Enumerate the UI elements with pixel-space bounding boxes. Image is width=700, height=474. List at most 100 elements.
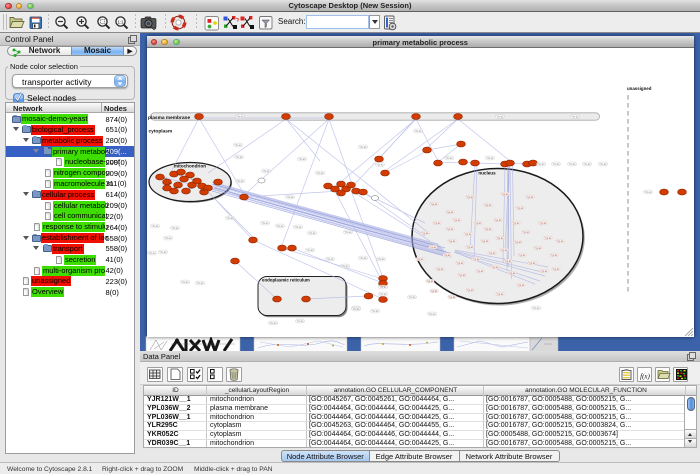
svg-text:Ym1: Ym1 — [178, 175, 183, 177]
svg-text:Ygr-a1: Ygr-a1 — [466, 195, 474, 198]
svg-text:Ygr-a1: Ygr-a1 — [446, 210, 454, 213]
svg-text:Ybr-a1: Ybr-a1 — [326, 258, 334, 261]
svg-text:Ygr-a1: Ygr-a1 — [504, 259, 512, 262]
svg-text:Ybr-a1: Ybr-a1 — [306, 249, 314, 252]
svg-text:Ybr-a1: Ybr-a1 — [298, 158, 306, 161]
svg-text:Ygr-a1: Ygr-a1 — [518, 253, 526, 256]
svg-text:Ybr-a1: Ybr-a1 — [414, 130, 422, 133]
svg-text:Ybr-a1: Ybr-a1 — [236, 115, 244, 118]
svg-text:Ybr-a1: Ybr-a1 — [171, 227, 179, 230]
svg-text:Ygr-a1: Ygr-a1 — [540, 269, 548, 272]
svg-text:Ygr-a1: Ygr-a1 — [466, 288, 474, 291]
svg-text:Ybr-a1: Ybr-a1 — [276, 225, 284, 228]
svg-text:Ygr-a1: Ygr-a1 — [448, 295, 456, 298]
svg-text:Ygr-a1: Ygr-a1 — [433, 221, 441, 224]
svg-text:Ybr-a1: Ybr-a1 — [151, 225, 159, 228]
svg-text:Ybr-a1: Ybr-a1 — [235, 156, 243, 159]
svg-text:mitochondrion: mitochondrion — [173, 163, 205, 168]
svg-text:Ygr-a1: Ygr-a1 — [491, 265, 499, 268]
svg-text:Ybr-a1: Ybr-a1 — [568, 163, 576, 166]
svg-text:Ygr-a1: Ygr-a1 — [430, 202, 438, 205]
svg-text:Ybr-a1: Ybr-a1 — [236, 180, 244, 183]
svg-text:Ygr-a1: Ygr-a1 — [496, 292, 504, 295]
svg-text:Ygr-a1: Ygr-a1 — [466, 245, 474, 248]
svg-text:Ygr-a1: Ygr-a1 — [458, 273, 466, 276]
svg-text:Ybr-a1: Ybr-a1 — [148, 252, 156, 255]
svg-text:Ym1: Ym1 — [200, 190, 205, 192]
svg-text:Ybr-a1: Ybr-a1 — [196, 282, 204, 285]
svg-text:Ybr-a1: Ybr-a1 — [377, 258, 385, 261]
svg-text:Ygr-a1: Ygr-a1 — [464, 232, 472, 235]
svg-text:Ybr-a1: Ybr-a1 — [261, 222, 269, 225]
svg-text:Ygr-a1: Ygr-a1 — [517, 283, 525, 286]
svg-text:Ygr-a1: Ygr-a1 — [496, 236, 504, 239]
svg-text:Ybr-a1: Ybr-a1 — [552, 163, 560, 166]
svg-text:Ygr-a1: Ygr-a1 — [472, 257, 480, 260]
svg-text:Ybr-a1: Ybr-a1 — [537, 163, 545, 166]
svg-text:Ygr-a1: Ygr-a1 — [528, 261, 536, 264]
svg-text:Ybr-a1: Ybr-a1 — [379, 286, 387, 289]
svg-text:Ygr-a1: Ygr-a1 — [512, 221, 520, 224]
svg-text:Ygr-a1: Ygr-a1 — [474, 221, 482, 224]
svg-text:Ybr-a1: Ybr-a1 — [269, 322, 277, 325]
svg-text:Ybr-a1: Ybr-a1 — [379, 293, 387, 296]
svg-text:Ybr-a1: Ybr-a1 — [344, 231, 352, 234]
svg-text:Ybr-a1: Ybr-a1 — [428, 313, 436, 316]
svg-text:Ygr-a1: Ygr-a1 — [426, 279, 434, 282]
svg-text:Ybr-a1: Ybr-a1 — [496, 115, 504, 118]
svg-text:Ygr-a1: Ygr-a1 — [429, 245, 437, 248]
svg-text:Ygr-a1: Ygr-a1 — [514, 240, 522, 243]
svg-text:Ygr-a1: Ygr-a1 — [508, 271, 516, 274]
svg-text:Ygr-a1: Ygr-a1 — [453, 218, 461, 221]
svg-text:Ym1: Ym1 — [190, 179, 195, 181]
svg-text:Ym1: Ym1 — [167, 183, 172, 185]
svg-text:Ygr-a1: Ygr-a1 — [481, 239, 489, 242]
svg-text:Ybr-a1: Ybr-a1 — [226, 217, 234, 220]
svg-text:nucleus: nucleus — [478, 170, 496, 175]
svg-text:Ybr-a1: Ybr-a1 — [286, 196, 294, 199]
svg-text:Ym1: Ym1 — [173, 187, 178, 189]
svg-text:Ym1: Ym1 — [162, 178, 167, 180]
svg-text:Ygr-a1: Ygr-a1 — [494, 218, 502, 221]
svg-text:f(x): f(x) — [640, 372, 650, 380]
svg-text:Ybr-a1: Ybr-a1 — [341, 265, 349, 268]
svg-text:Ybr-a1: Ybr-a1 — [159, 251, 167, 254]
svg-text:1:1: 1:1 — [118, 19, 124, 24]
svg-text:Ybr-a1: Ybr-a1 — [234, 144, 242, 147]
svg-text:Ybr-a1: Ybr-a1 — [532, 307, 540, 310]
svg-text:Ybr-a1: Ybr-a1 — [352, 308, 360, 311]
svg-text:Ygr-a1: Ygr-a1 — [443, 253, 451, 256]
svg-text:unassigned: unassigned — [627, 86, 652, 91]
svg-text:Ygr-a1: Ygr-a1 — [550, 253, 558, 256]
svg-text:Ybr-a1: Ybr-a1 — [308, 232, 316, 235]
svg-text:Ygr-a1: Ygr-a1 — [544, 236, 552, 239]
svg-text:plasma membrane: plasma membrane — [148, 115, 190, 121]
svg-text:Ygr-a1: Ygr-a1 — [436, 267, 444, 270]
svg-text:Ygr-a1: Ygr-a1 — [448, 239, 456, 242]
svg-text:Ygr-a1: Ygr-a1 — [488, 251, 496, 254]
svg-text:Ybr-a1: Ybr-a1 — [294, 226, 302, 229]
svg-text:Ybr-a1: Ybr-a1 — [371, 310, 379, 313]
svg-text:Ybr-a1: Ybr-a1 — [262, 170, 270, 173]
svg-text:Ygr-a1: Ygr-a1 — [556, 239, 564, 242]
svg-text:Ym1: Ym1 — [188, 188, 193, 190]
svg-text:Ygr-a1: Ygr-a1 — [516, 206, 524, 209]
svg-text:Ygr-a1: Ygr-a1 — [416, 257, 424, 260]
svg-text:Ybr-a1: Ybr-a1 — [644, 191, 652, 194]
svg-text:Ybr-a1: Ybr-a1 — [486, 157, 494, 160]
svg-text:Ygr-a1: Ygr-a1 — [484, 203, 492, 206]
svg-text:Ygr-a1: Ygr-a1 — [539, 221, 547, 224]
svg-text:Ybr-a1: Ybr-a1 — [599, 163, 607, 166]
svg-text:Ybr-a1: Ybr-a1 — [408, 296, 416, 299]
svg-text:Ybr-a1: Ybr-a1 — [316, 172, 324, 175]
svg-text:Ygr-a1: Ygr-a1 — [534, 246, 542, 249]
svg-text:Ygr-a1: Ygr-a1 — [446, 227, 454, 230]
svg-text:Ybr-a1: Ybr-a1 — [445, 157, 453, 160]
svg-text:Ygr-a1: Ygr-a1 — [476, 269, 484, 272]
svg-text:Ygr-a1: Ygr-a1 — [421, 231, 429, 234]
svg-text:Ygr-a1: Ygr-a1 — [456, 261, 464, 264]
svg-text:Ygr-a1: Ygr-a1 — [430, 289, 438, 292]
svg-text:Ybr-a1: Ybr-a1 — [296, 320, 304, 323]
svg-text:Ybr-a1: Ybr-a1 — [359, 257, 367, 260]
svg-text:cytoplasm: cytoplasm — [148, 128, 172, 134]
